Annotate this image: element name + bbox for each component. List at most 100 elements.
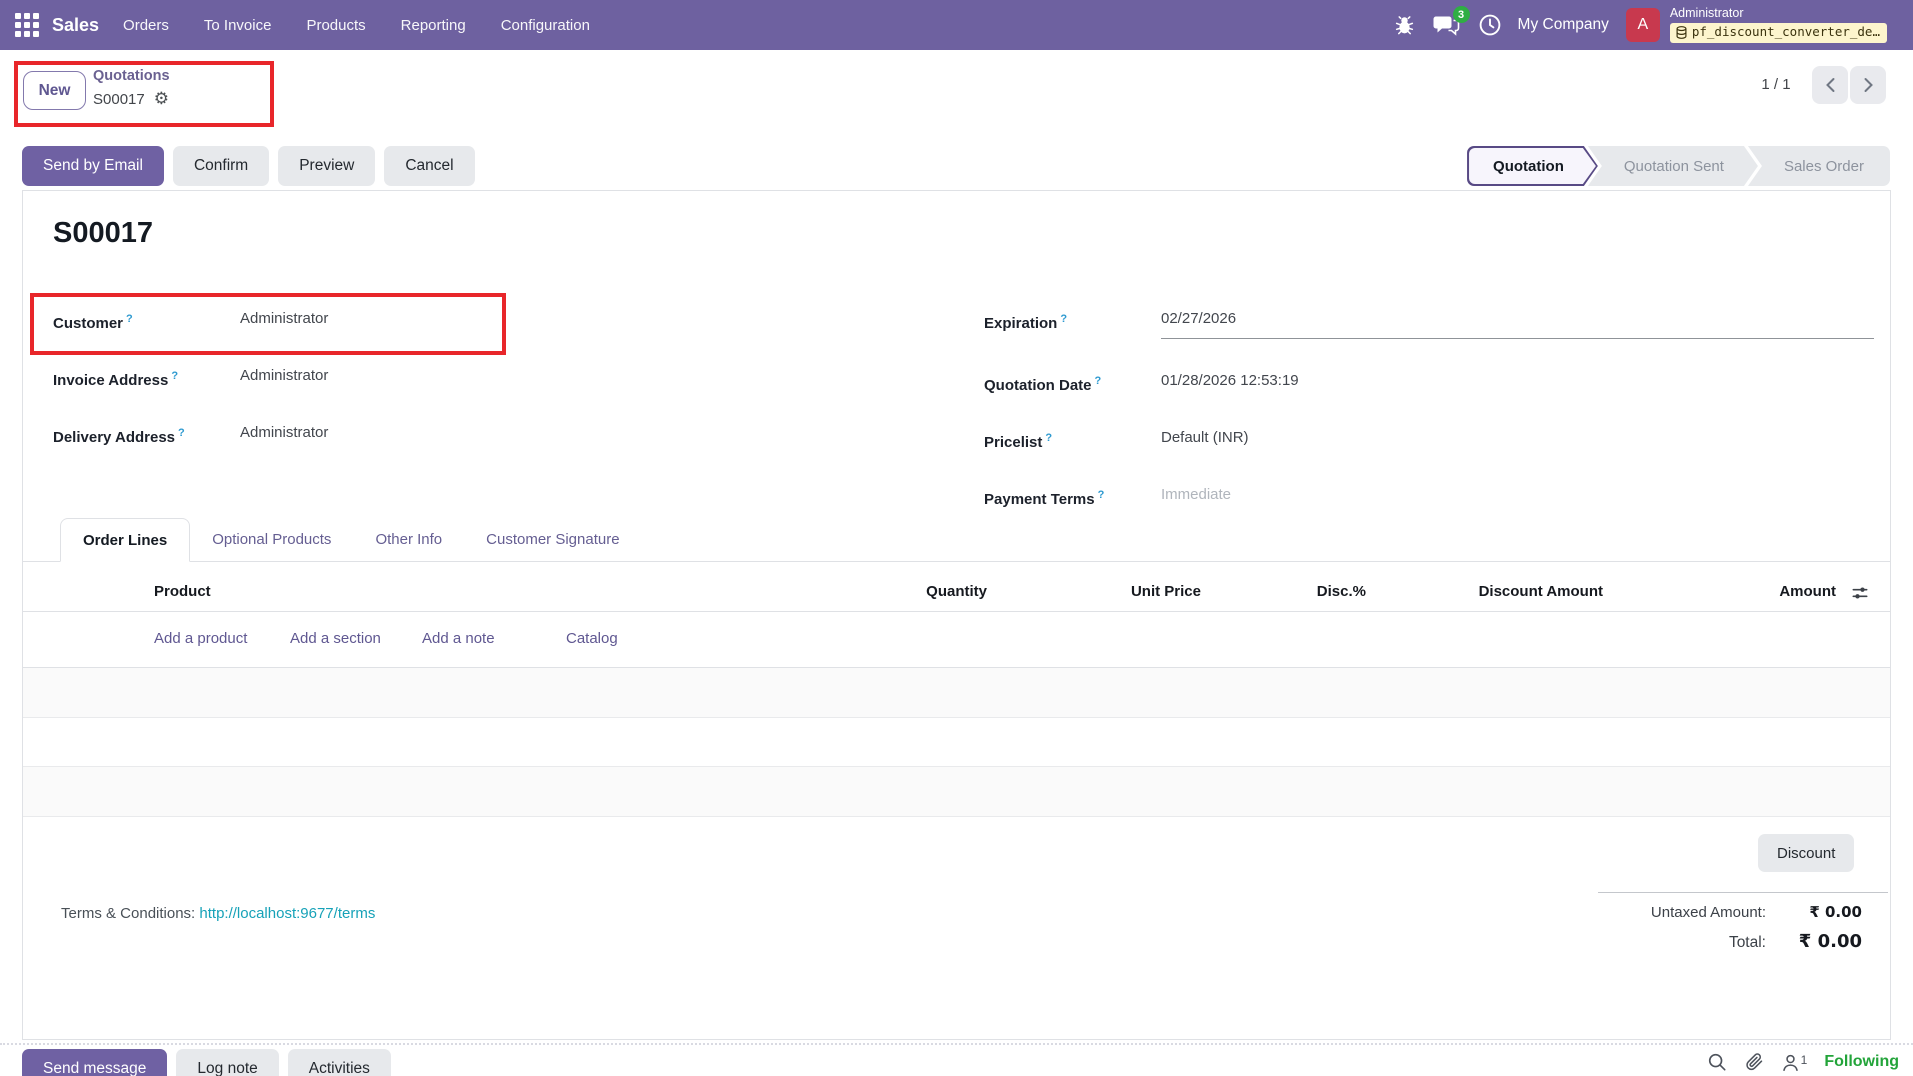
pager-next-button[interactable] — [1850, 66, 1886, 104]
send-by-email-button[interactable]: Send by Email — [22, 146, 164, 186]
log-note-button[interactable]: Log note — [176, 1049, 278, 1076]
empty-row — [23, 718, 1890, 767]
help-icon: ? — [1045, 432, 1052, 444]
empty-row — [23, 767, 1890, 817]
user-menu[interactable]: Administrator pf_discount_converter_de… — [1670, 7, 1887, 43]
column-unit-price: Unit Price — [1033, 583, 1201, 600]
quotation-date-field-row: Quotation Date? 01/28/2026 12:53:19 — [984, 371, 1874, 396]
payment-terms-value[interactable]: Immediate — [1161, 485, 1231, 510]
preview-button[interactable]: Preview — [278, 146, 375, 186]
chevron-left-icon — [1825, 77, 1836, 93]
quotation-date-value[interactable]: 01/28/2026 12:53:19 — [1161, 371, 1299, 396]
untaxed-amount-row: Untaxed Amount: ₹ 0.00 — [1651, 903, 1862, 921]
catalog-link[interactable]: Catalog — [566, 630, 618, 647]
optional-columns-icon[interactable] — [1850, 583, 1870, 607]
messages-icon[interactable]: 3 — [1433, 13, 1460, 37]
gear-icon[interactable]: ⚙ — [154, 91, 169, 108]
pricelist-field-row: Pricelist? Default (INR) — [984, 428, 1874, 453]
activities-clock-icon[interactable] — [1478, 13, 1502, 37]
statusbar: Quotation Quotation Quotation Sent Sales… — [1467, 146, 1890, 186]
expiration-label: Expiration? — [984, 309, 1161, 339]
search-messages-icon[interactable] — [1707, 1052, 1727, 1072]
followers-icon[interactable]: 1 — [1781, 1053, 1808, 1072]
column-disc-percent: Disc.% — [1226, 583, 1366, 600]
breadcrumb-current: S00017 — [93, 91, 145, 108]
company-switcher[interactable]: My Company — [1518, 16, 1609, 34]
customer-value[interactable]: Administrator — [240, 309, 328, 334]
help-icon: ? — [1095, 375, 1102, 387]
customer-field-row: Customer? Administrator — [53, 309, 328, 334]
tab-optional-products[interactable]: Optional Products — [190, 517, 353, 561]
systray: 3 My Company A Administrator pf_ — [1394, 0, 1913, 50]
invoice-address-field-row: Invoice Address? Administrator — [53, 366, 328, 391]
send-message-button[interactable]: Send message — [22, 1049, 167, 1076]
tab-customer-signature[interactable]: Customer Signature — [464, 517, 641, 561]
order-lines-add-row: Add a product Add a section Add a note C… — [23, 612, 1890, 668]
status-quotation-sent[interactable]: Quotation Sent — [1588, 146, 1758, 186]
partner-fields: Customer? Administrator Invoice Address?… — [53, 309, 328, 480]
confirm-button[interactable]: Confirm — [173, 146, 269, 186]
activities-button[interactable]: Activities — [288, 1049, 391, 1076]
add-a-section-link[interactable]: Add a section — [290, 630, 381, 647]
expiration-value[interactable]: 02/27/2026 — [1161, 309, 1874, 339]
debug-bug-icon[interactable] — [1394, 15, 1415, 36]
breadcrumb: S00017 ⚙ — [93, 91, 169, 108]
help-icon: ? — [1060, 313, 1067, 325]
empty-row — [23, 668, 1890, 718]
apps-grid-icon[interactable] — [15, 13, 39, 37]
invoice-address-value[interactable]: Administrator — [240, 366, 328, 391]
invoice-address-label: Invoice Address? — [53, 366, 240, 391]
delivery-address-value[interactable]: Administrator — [240, 423, 328, 448]
user-avatar[interactable]: A — [1626, 8, 1660, 42]
notebook-tabs: Order Lines Optional Products Other Info… — [23, 518, 1890, 562]
status-sales-order[interactable]: Sales Order — [1748, 146, 1890, 186]
discount-button[interactable]: Discount — [1758, 834, 1854, 872]
menu-orders[interactable]: Orders — [123, 17, 169, 34]
main-menu: Orders To Invoice Products Reporting Con… — [123, 17, 590, 34]
chevron-right-icon — [1863, 77, 1874, 93]
navbar-left: Sales Orders To Invoice Products Reporti… — [0, 13, 590, 37]
user-name: Administrator — [1670, 7, 1887, 20]
follower-count: 1 — [1801, 1053, 1808, 1067]
delivery-address-label: Delivery Address? — [53, 423, 240, 448]
breadcrumb-parent[interactable]: Quotations — [93, 68, 170, 84]
payment-terms-field-row: Payment Terms? Immediate — [984, 485, 1874, 510]
add-a-note-link[interactable]: Add a note — [422, 630, 495, 647]
following-toggle[interactable]: Following — [1824, 1053, 1899, 1071]
tab-other-info[interactable]: Other Info — [353, 517, 464, 561]
order-lines-header: Product Quantity Unit Price Disc.% Disco… — [23, 576, 1890, 612]
status-quotation[interactable]: Quotation Quotation — [1467, 146, 1598, 186]
column-discount-amount: Discount Amount — [1403, 583, 1603, 600]
terms-link[interactable]: http://localhost:9677/terms — [199, 905, 375, 922]
terms-and-conditions: Terms & Conditions: http://localhost:967… — [61, 905, 375, 922]
totals-block: Untaxed Amount: ₹ 0.00 Total: ₹ 0.00 — [1651, 903, 1862, 962]
pricelist-value[interactable]: Default (INR) — [1161, 428, 1249, 453]
total-label: Total: — [1729, 934, 1766, 952]
new-button[interactable]: New — [23, 71, 86, 110]
quotation-date-label: Quotation Date? — [984, 371, 1161, 396]
menu-configuration[interactable]: Configuration — [501, 17, 590, 34]
menu-products[interactable]: Products — [306, 17, 365, 34]
delivery-address-field-row: Delivery Address? Administrator — [53, 423, 328, 448]
pager-previous-button[interactable] — [1812, 66, 1848, 104]
menu-to-invoice[interactable]: To Invoice — [204, 17, 272, 34]
totals-separator — [1598, 892, 1888, 893]
tab-order-lines[interactable]: Order Lines — [60, 518, 190, 562]
chatter-toolbar: 1 Following — [1707, 1052, 1899, 1072]
chatter-buttons: Send message Log note Activities — [22, 1049, 391, 1076]
pager-count: 1 / 1 — [1750, 76, 1802, 93]
column-product: Product — [154, 583, 211, 600]
app-name[interactable]: Sales — [52, 15, 99, 36]
attachments-paperclip-icon[interactable] — [1744, 1052, 1764, 1072]
help-icon: ? — [1098, 489, 1105, 501]
add-a-product-link[interactable]: Add a product — [154, 630, 247, 647]
pricelist-label: Pricelist? — [984, 428, 1161, 453]
help-icon: ? — [171, 370, 178, 382]
untaxed-amount-label: Untaxed Amount: — [1651, 904, 1766, 921]
form-sheet: S00017 Customer? Administrator Invoice A… — [22, 190, 1891, 1040]
sales-quotation-page: Sales Orders To Invoice Products Reporti… — [0, 0, 1913, 1076]
cancel-button[interactable]: Cancel — [384, 146, 474, 186]
total-value: ₹ 0.00 — [1766, 931, 1862, 952]
menu-reporting[interactable]: Reporting — [401, 17, 466, 34]
order-detail-fields: Expiration? 02/27/2026 Quotation Date? 0… — [984, 309, 1874, 542]
